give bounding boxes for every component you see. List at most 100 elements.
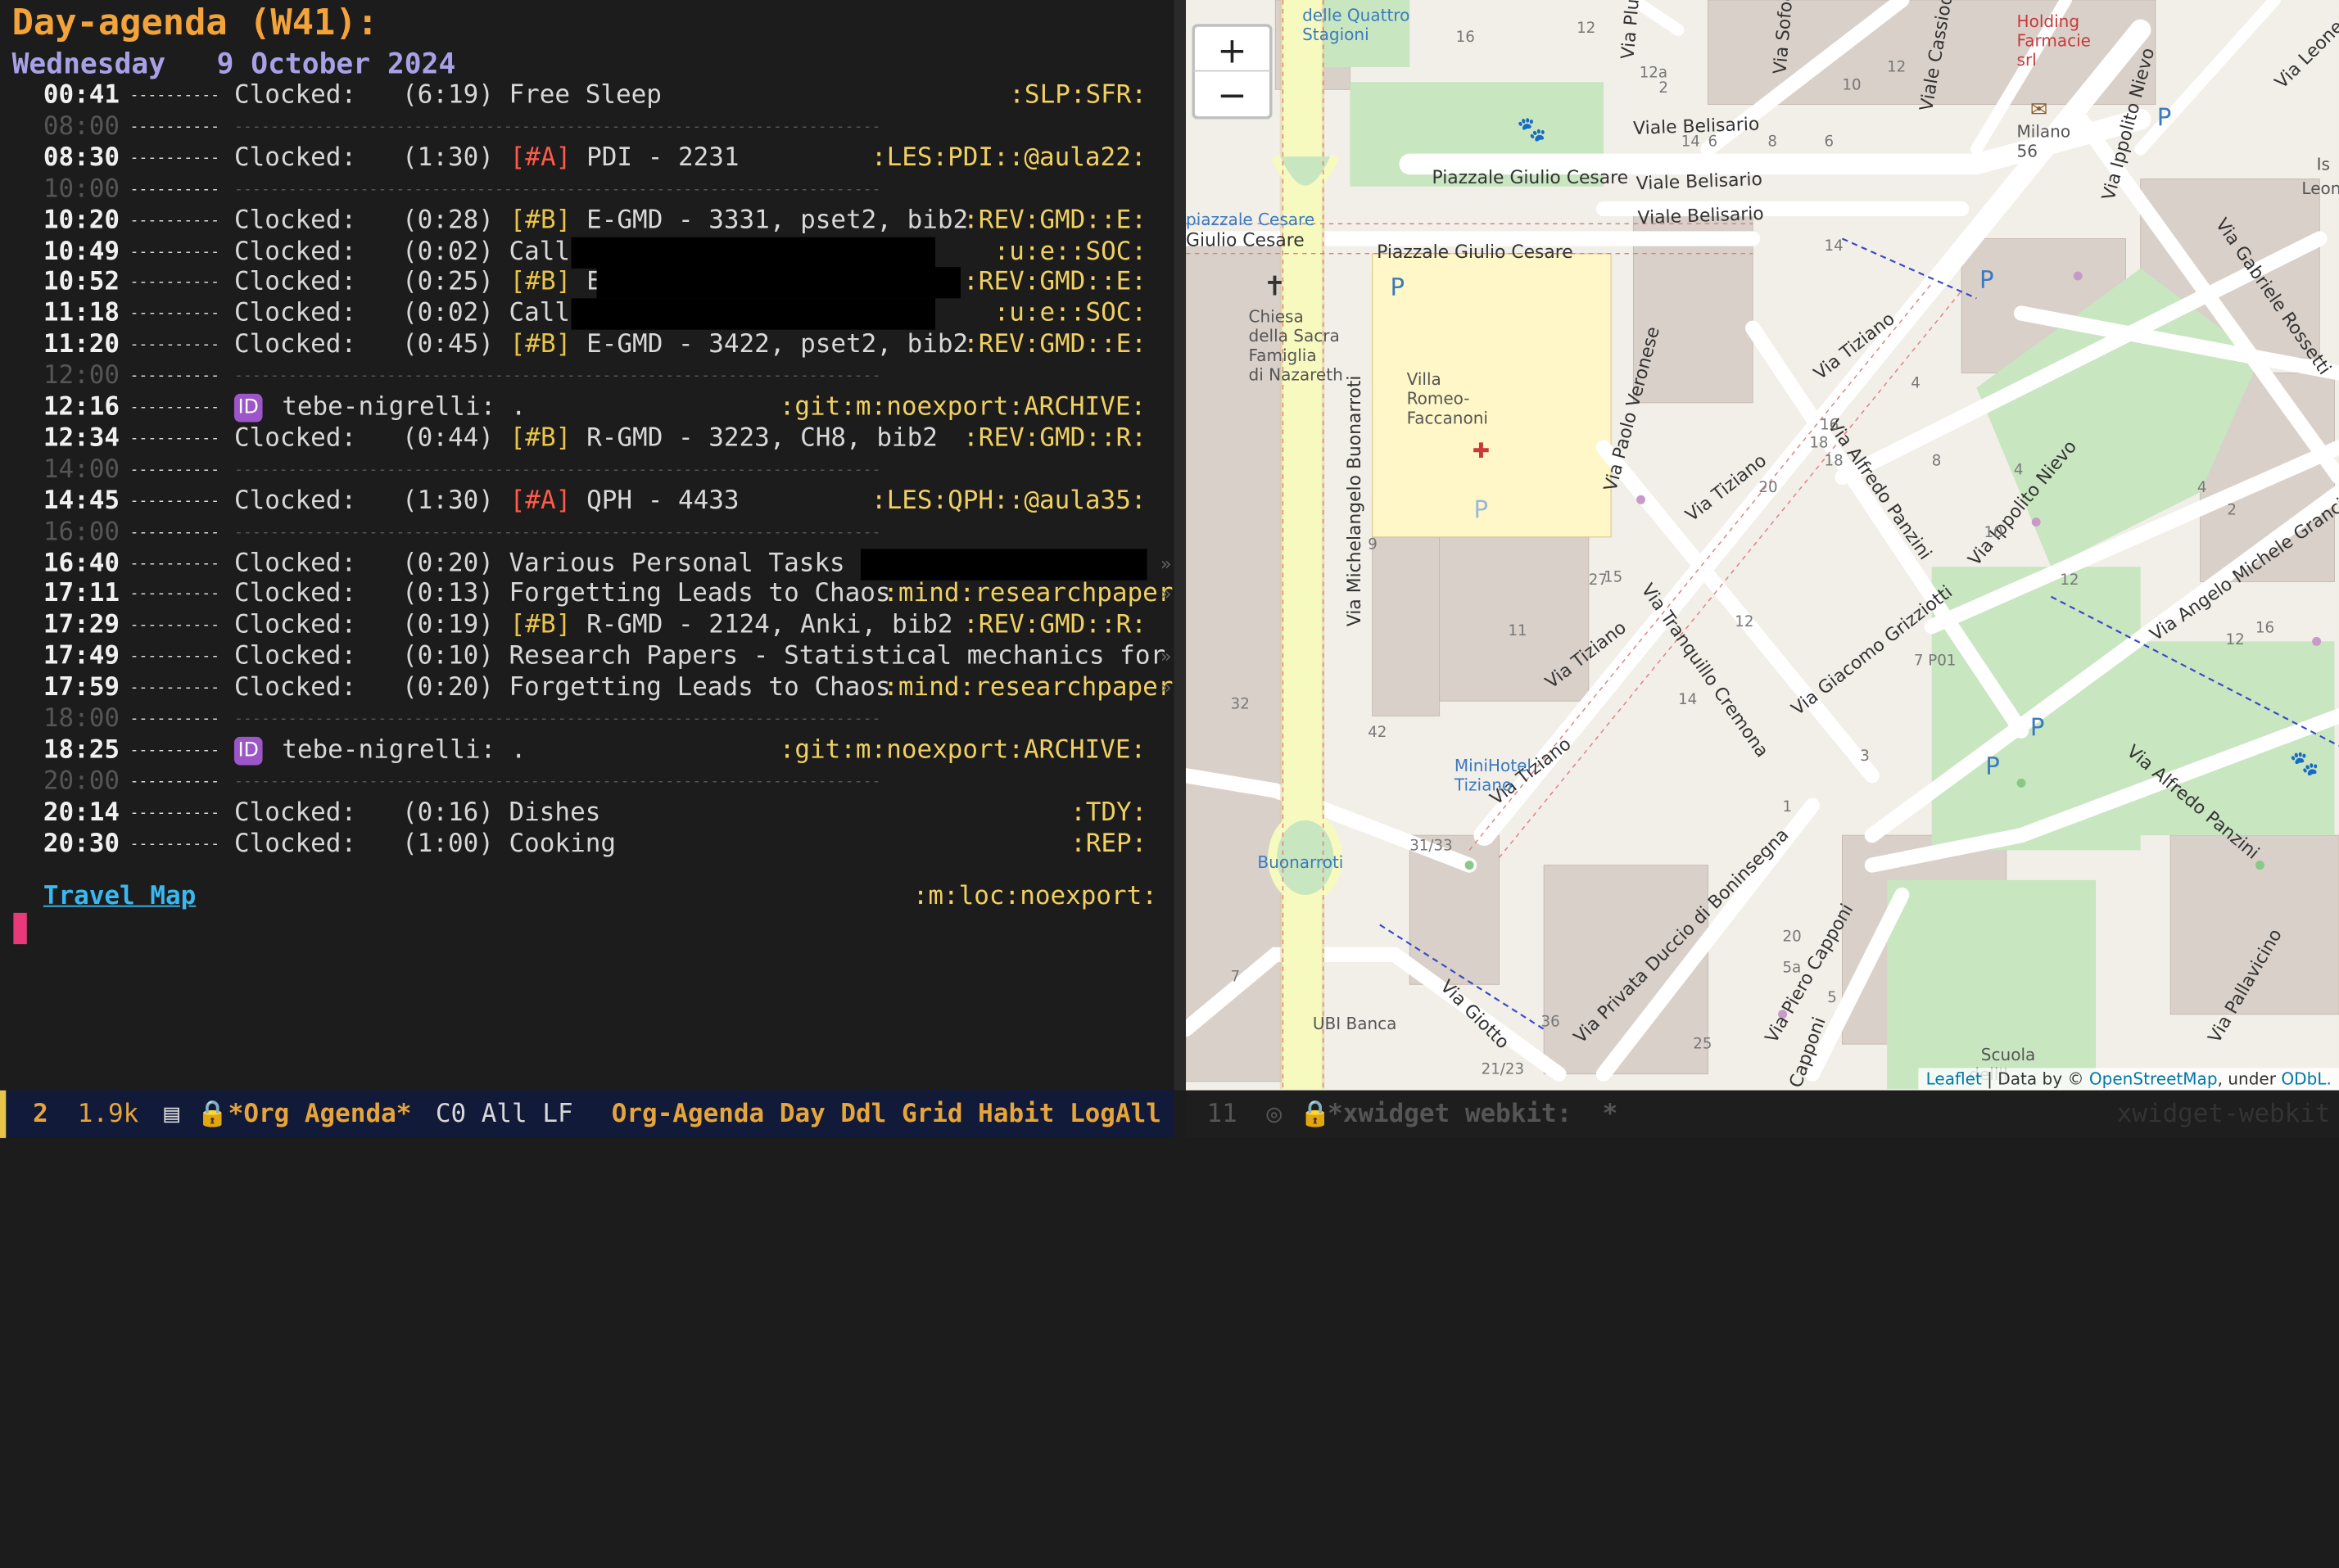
agenda-time: 14:45 bbox=[43, 486, 120, 516]
agenda-item-title: R-GMD - 2124, Anki, bib2 bbox=[571, 610, 953, 641]
agenda-item[interactable]: 12:16 ---------- ID tebe-nigrelli: .:git:m:… bbox=[0, 392, 1174, 423]
house-number: 36 bbox=[1541, 1013, 1560, 1030]
agenda-item[interactable]: 20:30 ---------- Clocked: (1:00) Cooking:R… bbox=[0, 829, 1174, 860]
house-number: 2 bbox=[2227, 501, 2237, 518]
agenda-item[interactable]: 10:20 ---------- Clocked: (0:28) [#B] E-GM… bbox=[0, 206, 1174, 237]
agenda-item[interactable]: 12:34 ---------- Clocked: (0:44) [#B] R-GM… bbox=[0, 423, 1174, 454]
redacted-text bbox=[571, 236, 936, 268]
poi-label: di Nazareth bbox=[1249, 365, 1343, 385]
house-number: 12 bbox=[1735, 613, 1753, 630]
agenda-item-label: Clocked: (0:20) Forgetting Leads to Chao… bbox=[233, 672, 891, 703]
grid-dash: ---------- bbox=[129, 462, 220, 479]
agenda-tags: :LES:QPH::@aula35: bbox=[871, 486, 1147, 516]
agenda-tags: :REP: bbox=[1070, 829, 1147, 859]
agenda-time: 12:00 bbox=[43, 361, 120, 391]
agenda-tags: :REV:GMD::R: bbox=[963, 610, 1147, 641]
agenda-tags: :SLP:SFR: bbox=[1009, 80, 1147, 111]
agenda-time: 10:20 bbox=[43, 205, 120, 236]
agenda-time: 17:49 bbox=[43, 641, 120, 672]
house-number: 6 bbox=[1825, 133, 1835, 151]
street-label: Via Alfredo Panzini bbox=[1823, 416, 1935, 563]
osm-link[interactable]: OpenStreetMap bbox=[2089, 1069, 2218, 1089]
house-number: 12 bbox=[1887, 58, 1906, 75]
dog-park-icon: 🐾 bbox=[2290, 749, 2319, 777]
agenda-item[interactable]: 10:52 ---------- Clocked: (0:25) [#B] E-:R… bbox=[0, 267, 1174, 300]
agenda-time: 14:00 bbox=[43, 454, 120, 485]
parking-icon: P bbox=[1391, 273, 1405, 301]
time-dash: ---------- bbox=[129, 305, 220, 323]
leaflet-link[interactable]: Leaflet bbox=[1926, 1069, 1982, 1089]
agenda-item[interactable]: 08:30 ---------- Clocked: (1:30) [#A] PDI … bbox=[0, 143, 1174, 174]
map-view[interactable]: Viale Belisario Piazzale Giulio Cesare Via… bbox=[1186, 0, 2339, 1091]
house-number: 9 bbox=[1368, 535, 1378, 553]
poi-label: srl bbox=[2017, 50, 2037, 70]
time-grid-row: 20:00 ---------- -------------------------… bbox=[0, 766, 1174, 798]
house-number: 14 bbox=[1825, 237, 1844, 255]
street-label: Via Angelo Michele Grancini bbox=[2147, 486, 2339, 646]
priority-badge: [#B] bbox=[509, 205, 572, 236]
agenda-item[interactable]: 17:49 ---------- Clocked: (0:10) Research … bbox=[0, 642, 1174, 673]
major-modes[interactable]: Org-Agenda Day Ddl Grid Habit LogAll bbox=[612, 1091, 1161, 1138]
agenda-item[interactable]: 11:18 ---------- Clocked: (0:02) Call:u:e:… bbox=[0, 298, 1174, 331]
grid-dash: ---------- bbox=[129, 181, 220, 198]
agenda-item-label: Clocked: (0:19) bbox=[233, 610, 509, 641]
poi-label: Leone T bbox=[2301, 178, 2339, 198]
house-number: 18 bbox=[1809, 435, 1828, 452]
buffer-name[interactable]: *Org Agenda* bbox=[228, 1091, 412, 1138]
agenda-link-row: Travel Map :m:loc:noexport: bbox=[0, 882, 1174, 913]
house-number: 18 bbox=[1825, 452, 1844, 469]
priority-badge: [#B] bbox=[509, 267, 572, 298]
time-dash: ---------- bbox=[129, 212, 220, 229]
agenda-item[interactable]: 11:20 ---------- Clocked: (0:45) [#B] E-GM… bbox=[0, 330, 1174, 361]
dog-park-icon: 🐾 bbox=[1517, 115, 1546, 143]
grid-separator: ----------------------------------------… bbox=[233, 119, 881, 136]
street-label: Via Tiziano bbox=[1682, 450, 1771, 526]
doc-check-icon: ▤ bbox=[164, 1099, 180, 1130]
grid-dash: ---------- bbox=[129, 524, 220, 541]
agenda-item[interactable]: 16:40 ---------- Clocked: (0:20) Various P… bbox=[0, 548, 1174, 580]
house-number: 12 bbox=[2226, 631, 2245, 648]
agenda-time: 12:16 bbox=[43, 392, 120, 423]
org-agenda-pane[interactable]: Day-agenda (W41): Wednesday 9 October 20… bbox=[0, 0, 1174, 1091]
agenda-item[interactable]: 14:45 ---------- Clocked: (1:30) [#A] QPH … bbox=[0, 486, 1174, 517]
house-number: 16 bbox=[1456, 29, 1475, 46]
odbl-link[interactable]: ODbL. bbox=[2281, 1069, 2331, 1089]
zoom-in-button[interactable]: + bbox=[1192, 24, 1273, 71]
agenda-tags: :REV:GMD::E: bbox=[963, 267, 1147, 298]
street-label: Via Tiziano bbox=[1810, 309, 1898, 384]
agenda-item[interactable]: 00:41 ---------- Clocked: (6:19) Free Slee… bbox=[0, 80, 1174, 111]
window-divider[interactable] bbox=[1174, 0, 1187, 1091]
agenda-time: 10:49 bbox=[43, 236, 120, 267]
time-dash: ---------- bbox=[129, 337, 220, 355]
agenda-item[interactable]: 17:59 ---------- Clocked: (0:20) Forgettin… bbox=[0, 673, 1174, 704]
agenda-item[interactable]: 17:11 ---------- Clocked: (0:13) Forgettin… bbox=[0, 580, 1174, 611]
agenda-time: 10:00 bbox=[43, 174, 120, 205]
street-label: Piazzale Giulio Cesare bbox=[1432, 168, 1629, 188]
street-label: Giulio Cesare bbox=[1186, 231, 1305, 251]
buffer-name[interactable]: *xwidget webkit: * bbox=[1328, 1091, 1617, 1138]
street-label: Via Ippolito Nievo bbox=[1965, 436, 2081, 570]
grid-separator: ----------------------------------------… bbox=[233, 711, 881, 728]
agenda-item-label: Clocked: (0:28) bbox=[233, 205, 509, 236]
modeline-right[interactable]: 11 ◎ 🔒 *xwidget webkit: * xwidget-webkit bbox=[1186, 1090, 2339, 1138]
travel-map-link[interactable]: Travel Map bbox=[43, 882, 196, 913]
agenda-item[interactable]: 17:29 ---------- Clocked: (0:19) [#B] R-GM… bbox=[0, 611, 1174, 642]
agenda-time: 08:30 bbox=[43, 142, 120, 173]
agenda-item[interactable]: 20:14 ---------- Clocked: (0:16) Dishes:TD… bbox=[0, 798, 1174, 829]
priority-badge: [#B] bbox=[509, 610, 572, 641]
agenda-time: 16:40 bbox=[43, 548, 120, 578]
modeline-left[interactable]: 2 1.9k ▤ 🔒 *Org Agenda* C0 All LF Org-Ag… bbox=[0, 1090, 1174, 1138]
agenda-tags: :REV:GMD::E: bbox=[963, 205, 1147, 236]
poi-label: Farmacie bbox=[2017, 30, 2091, 50]
agenda-item[interactable]: 18:25 ---------- ID tebe-nigrelli: .:git:m:… bbox=[0, 735, 1174, 766]
street-label: Via Ippolito Nievo bbox=[2099, 46, 2160, 203]
grid-dash: ---------- bbox=[129, 368, 220, 386]
zoom-out-button[interactable]: − bbox=[1192, 71, 1273, 120]
redacted-text bbox=[596, 267, 961, 300]
agenda-item[interactable]: 10:49 ---------- Clocked: (0:02) Call:u:e:… bbox=[0, 236, 1174, 268]
time-dash: ---------- bbox=[129, 805, 220, 822]
agenda-tags: :REV:GMD::E: bbox=[963, 329, 1147, 360]
time-grid-row: 10:00 ---------- -------------------------… bbox=[0, 174, 1174, 206]
time-dash: ---------- bbox=[129, 274, 220, 291]
echo-area[interactable] bbox=[0, 1137, 2339, 1172]
